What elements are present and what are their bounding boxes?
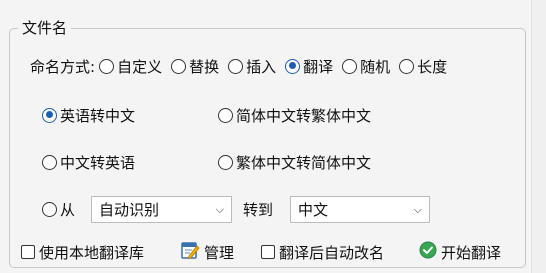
radio-zh-to-en[interactable]	[42, 154, 57, 170]
chevron-down-icon: ⌵	[413, 202, 422, 216]
radio-insert[interactable]	[228, 58, 244, 74]
naming-option-length[interactable]: 长度	[399, 56, 447, 77]
mode-traditional-to-simplified[interactable]: 繁体中文转简体中文	[218, 151, 371, 173]
mode-label: 中文转英语	[60, 153, 136, 172]
naming-option-label: 长度	[417, 57, 448, 76]
target-language-value: 中文	[298, 201, 329, 219]
target-language-select[interactable]: 中文 ⌵	[290, 196, 430, 223]
mode-simplified-to-traditional[interactable]: 简体中文转繁体中文	[218, 104, 371, 126]
naming-option-replace[interactable]: 替换	[171, 56, 219, 77]
radio-random[interactable]	[342, 58, 358, 74]
naming-option-label: 替换	[189, 57, 220, 76]
mode-custom[interactable]: 从	[42, 198, 75, 220]
auto-rename-checkbox[interactable]: 翻译后自动改名	[261, 241, 384, 263]
mode-en-to-zh[interactable]: 英语转中文	[42, 104, 135, 126]
radio-en-to-zh[interactable]	[42, 107, 57, 123]
naming-option-translate[interactable]: 翻译	[285, 56, 333, 77]
mode-label: 简体中文转繁体中文	[236, 106, 372, 125]
naming-method-row: 命名方式: 自定义 替换 插入 翻译 随机 长度	[30, 55, 447, 77]
chevron-down-icon: ⌵	[215, 202, 224, 216]
start-translate-label: 开始翻译	[441, 243, 502, 262]
radio-custom-from[interactable]	[42, 201, 57, 217]
check-circle-icon	[419, 241, 437, 263]
naming-option-insert[interactable]: 插入	[228, 56, 276, 77]
source-language-value: 自动识别	[99, 201, 160, 219]
radio-custom[interactable]	[99, 58, 115, 74]
mode-label: 英语转中文	[60, 106, 136, 125]
radio-replace[interactable]	[171, 58, 187, 74]
naming-option-label: 插入	[246, 57, 277, 76]
mode-zh-to-en[interactable]: 中文转英语	[42, 151, 135, 173]
checkbox-box[interactable]	[261, 245, 275, 259]
source-language-select[interactable]: 自动识别 ⌵	[91, 196, 232, 223]
start-translate-button[interactable]: 开始翻译	[419, 241, 501, 263]
manage-button[interactable]: 管理	[180, 241, 234, 263]
naming-option-random[interactable]: 随机	[342, 56, 390, 77]
use-local-library-checkbox[interactable]: 使用本地翻译库	[21, 241, 144, 263]
radio-length[interactable]	[399, 58, 415, 74]
naming-option-custom[interactable]: 自定义	[99, 56, 162, 77]
mode-label: 繁体中文转简体中文	[236, 153, 372, 172]
group-title: 文件名	[18, 19, 72, 37]
manage-label: 管理	[204, 243, 235, 262]
vertical-scrollbar[interactable]	[531, 0, 546, 273]
radio-translate[interactable]	[285, 58, 301, 74]
naming-option-label: 翻译	[303, 57, 334, 76]
from-label: 从	[60, 200, 76, 219]
checkbox-box[interactable]	[21, 245, 35, 259]
naming-method-label: 命名方式:	[30, 57, 96, 76]
radio-simplified-to-traditional[interactable]	[218, 107, 233, 123]
auto-rename-label: 翻译后自动改名	[279, 243, 385, 262]
naming-option-label: 自定义	[117, 57, 163, 76]
radio-traditional-to-simplified[interactable]	[218, 154, 233, 170]
naming-option-label: 随机	[360, 57, 391, 76]
use-local-library-label: 使用本地翻译库	[39, 243, 145, 262]
edit-note-icon	[180, 240, 200, 264]
to-label: 转到	[243, 200, 274, 219]
